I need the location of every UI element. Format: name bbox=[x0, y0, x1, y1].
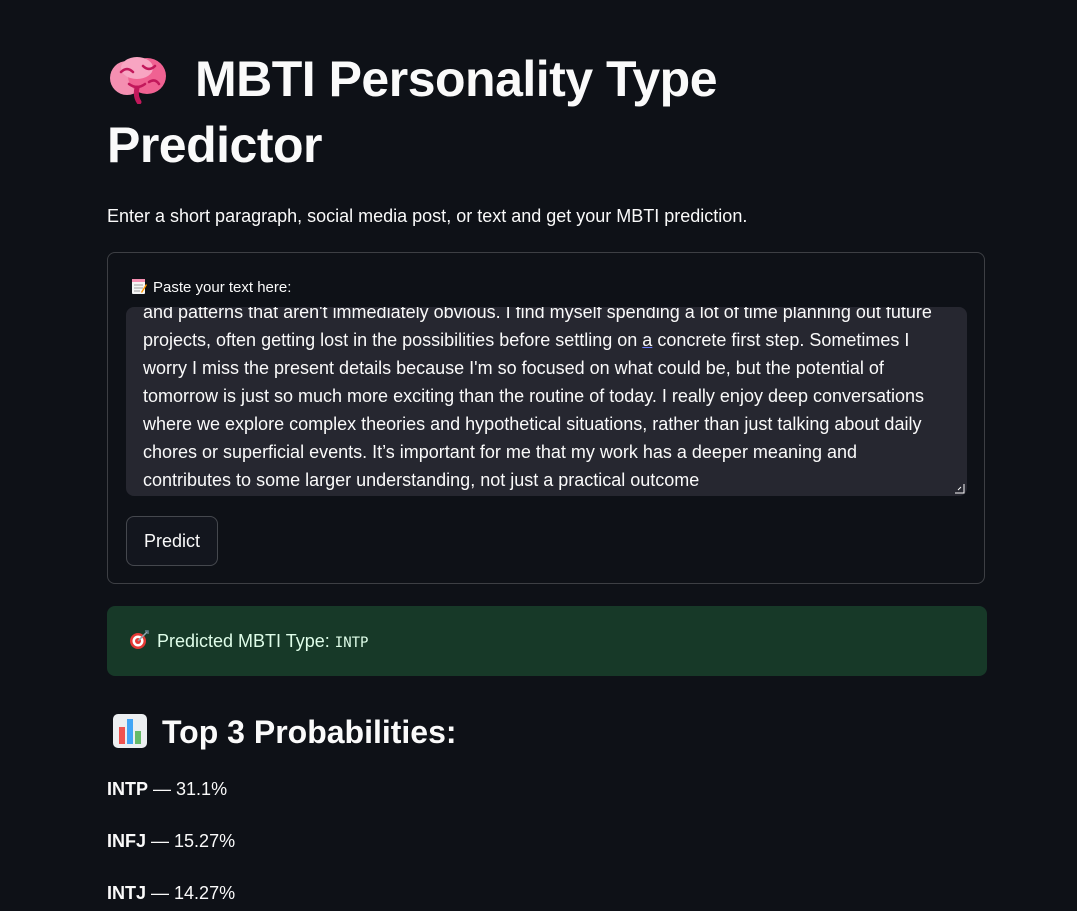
probability-value: 14.27% bbox=[174, 883, 236, 903]
page-title-text: MBTI Personality Type Predictor bbox=[107, 51, 718, 173]
probability-item: INTJ — 14.27% bbox=[107, 880, 235, 906]
text-input-value[interactable]: and patterns that aren't immediately obv… bbox=[143, 307, 941, 494]
prediction-result: Predicted MBTI Type: INTP bbox=[107, 606, 987, 676]
target-icon bbox=[130, 630, 149, 649]
text-input-value-part-2: concrete first step. Sometimes I worry I… bbox=[143, 330, 925, 490]
probability-separator: — bbox=[146, 831, 175, 851]
probability-separator: — bbox=[146, 883, 175, 903]
probability-type: INTJ bbox=[107, 883, 147, 903]
probability-type: INTP bbox=[107, 779, 149, 799]
probability-item: INTP — 31.1% bbox=[107, 776, 227, 802]
probability-value: 15.27% bbox=[174, 831, 236, 851]
main-content: MBTI Personality Type Predictor Enter a … bbox=[0, 0, 1077, 911]
text-input-link: a bbox=[642, 330, 653, 350]
input-form: Paste your text here: and patterns that … bbox=[107, 252, 985, 584]
bar-chart-icon bbox=[113, 714, 147, 748]
probability-item: INFJ — 15.27% bbox=[107, 828, 235, 854]
probabilities-heading: Top 3 Probabilities: bbox=[112, 710, 457, 754]
memo-icon bbox=[132, 279, 147, 294]
text-input-area[interactable]: and patterns that aren't immediately obv… bbox=[126, 307, 967, 496]
probabilities-heading-text: Top 3 Probabilities: bbox=[162, 714, 457, 750]
probability-type: INFJ bbox=[107, 831, 147, 851]
prediction-result-text: Predicted MBTI Type: INTP bbox=[129, 628, 368, 656]
predict-button[interactable]: Predict bbox=[126, 516, 218, 566]
text-input-label: Paste your text here: bbox=[131, 278, 291, 298]
prediction-label: Predicted MBTI Type: bbox=[157, 631, 330, 651]
page-subtitle: Enter a short paragraph, social media po… bbox=[107, 206, 748, 226]
resize-handle-icon[interactable] bbox=[954, 483, 965, 494]
page-title: MBTI Personality Type Predictor bbox=[107, 46, 867, 178]
probability-separator: — bbox=[148, 779, 177, 799]
text-input-label-text: Paste your text here: bbox=[153, 279, 292, 296]
brain-icon bbox=[110, 57, 166, 104]
probability-value: 31.1% bbox=[176, 779, 228, 799]
predicted-type: INTP bbox=[334, 635, 369, 651]
